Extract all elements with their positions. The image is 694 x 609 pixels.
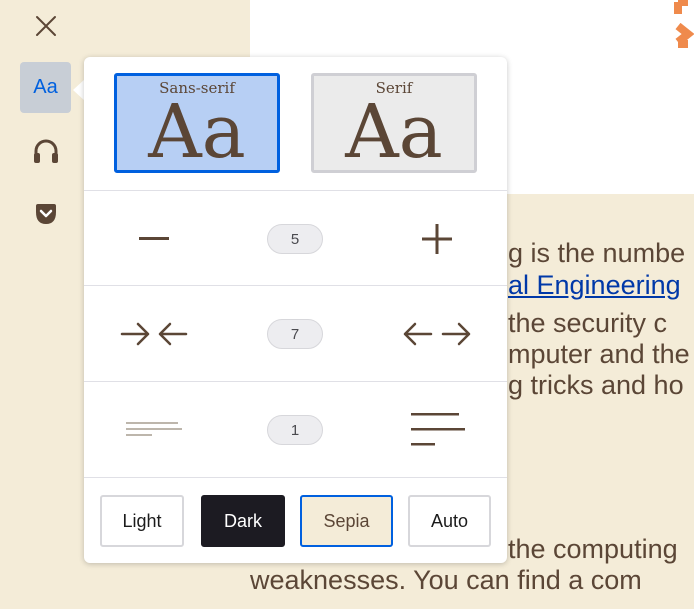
close-icon bbox=[35, 15, 56, 36]
content-width-decrease-button[interactable] bbox=[84, 286, 224, 381]
content-width-value: 7 bbox=[267, 319, 323, 349]
save-to-pocket-button[interactable] bbox=[20, 188, 71, 239]
lines-tight-icon bbox=[126, 421, 182, 436]
close-reader-button[interactable] bbox=[20, 0, 71, 51]
headphones-icon bbox=[33, 139, 58, 163]
font-sans-serif-button[interactable]: Sans-serif Aa bbox=[114, 73, 280, 173]
line-height-increase-button[interactable] bbox=[367, 382, 507, 477]
line-height-value: 1 bbox=[267, 415, 323, 445]
font-size-decrease-button[interactable] bbox=[84, 191, 224, 286]
lines-loose-icon bbox=[411, 412, 465, 445]
arrows-outward-icon bbox=[403, 322, 471, 345]
article-line: weaknesses. You can find a com bbox=[250, 565, 642, 595]
theme-dark-button[interactable]: Dark bbox=[201, 495, 285, 547]
article-line: mputer and the bbox=[508, 339, 690, 369]
theme-auto-button[interactable]: Auto bbox=[408, 495, 491, 547]
font-serif-button[interactable]: Serif Aa bbox=[311, 73, 477, 173]
article-line: g is the numbe bbox=[508, 238, 686, 268]
narrate-button[interactable] bbox=[20, 125, 71, 176]
font-size-increase-button[interactable] bbox=[367, 191, 507, 286]
line-height-row: 1 bbox=[84, 382, 507, 477]
font-size-row: 5 bbox=[84, 191, 507, 286]
theme-light-button[interactable]: Light bbox=[100, 495, 184, 547]
line-height-decrease-button[interactable] bbox=[84, 382, 224, 477]
pocket-icon bbox=[35, 203, 56, 224]
font-sans-serif-sample: Aa bbox=[148, 89, 246, 175]
type-controls-popup: Sans-serif Aa Serif Aa 5 7 1 Light Dark … bbox=[84, 57, 507, 563]
orange-logo-graphic bbox=[674, 0, 694, 48]
article-line: the computing bbox=[508, 534, 678, 564]
type-controls-button[interactable]: Aa bbox=[20, 62, 71, 113]
divider bbox=[84, 477, 507, 478]
content-width-row: 7 bbox=[84, 286, 507, 381]
article-line: g tricks and ho bbox=[508, 370, 684, 400]
font-size-value: 5 bbox=[267, 224, 323, 254]
font-serif-sample: Aa bbox=[345, 89, 443, 175]
article-link[interactable]: al Engineering bbox=[508, 270, 681, 300]
minus-icon bbox=[139, 236, 169, 240]
content-width-increase-button[interactable] bbox=[367, 286, 507, 381]
article-line: al Engineering bbox=[508, 270, 681, 301]
article-line: the security c bbox=[508, 308, 668, 338]
theme-sepia-button[interactable]: Sepia bbox=[300, 495, 393, 547]
plus-icon bbox=[422, 223, 452, 254]
type-controls-label: Aa bbox=[33, 76, 58, 98]
arrows-inward-icon bbox=[120, 322, 188, 345]
